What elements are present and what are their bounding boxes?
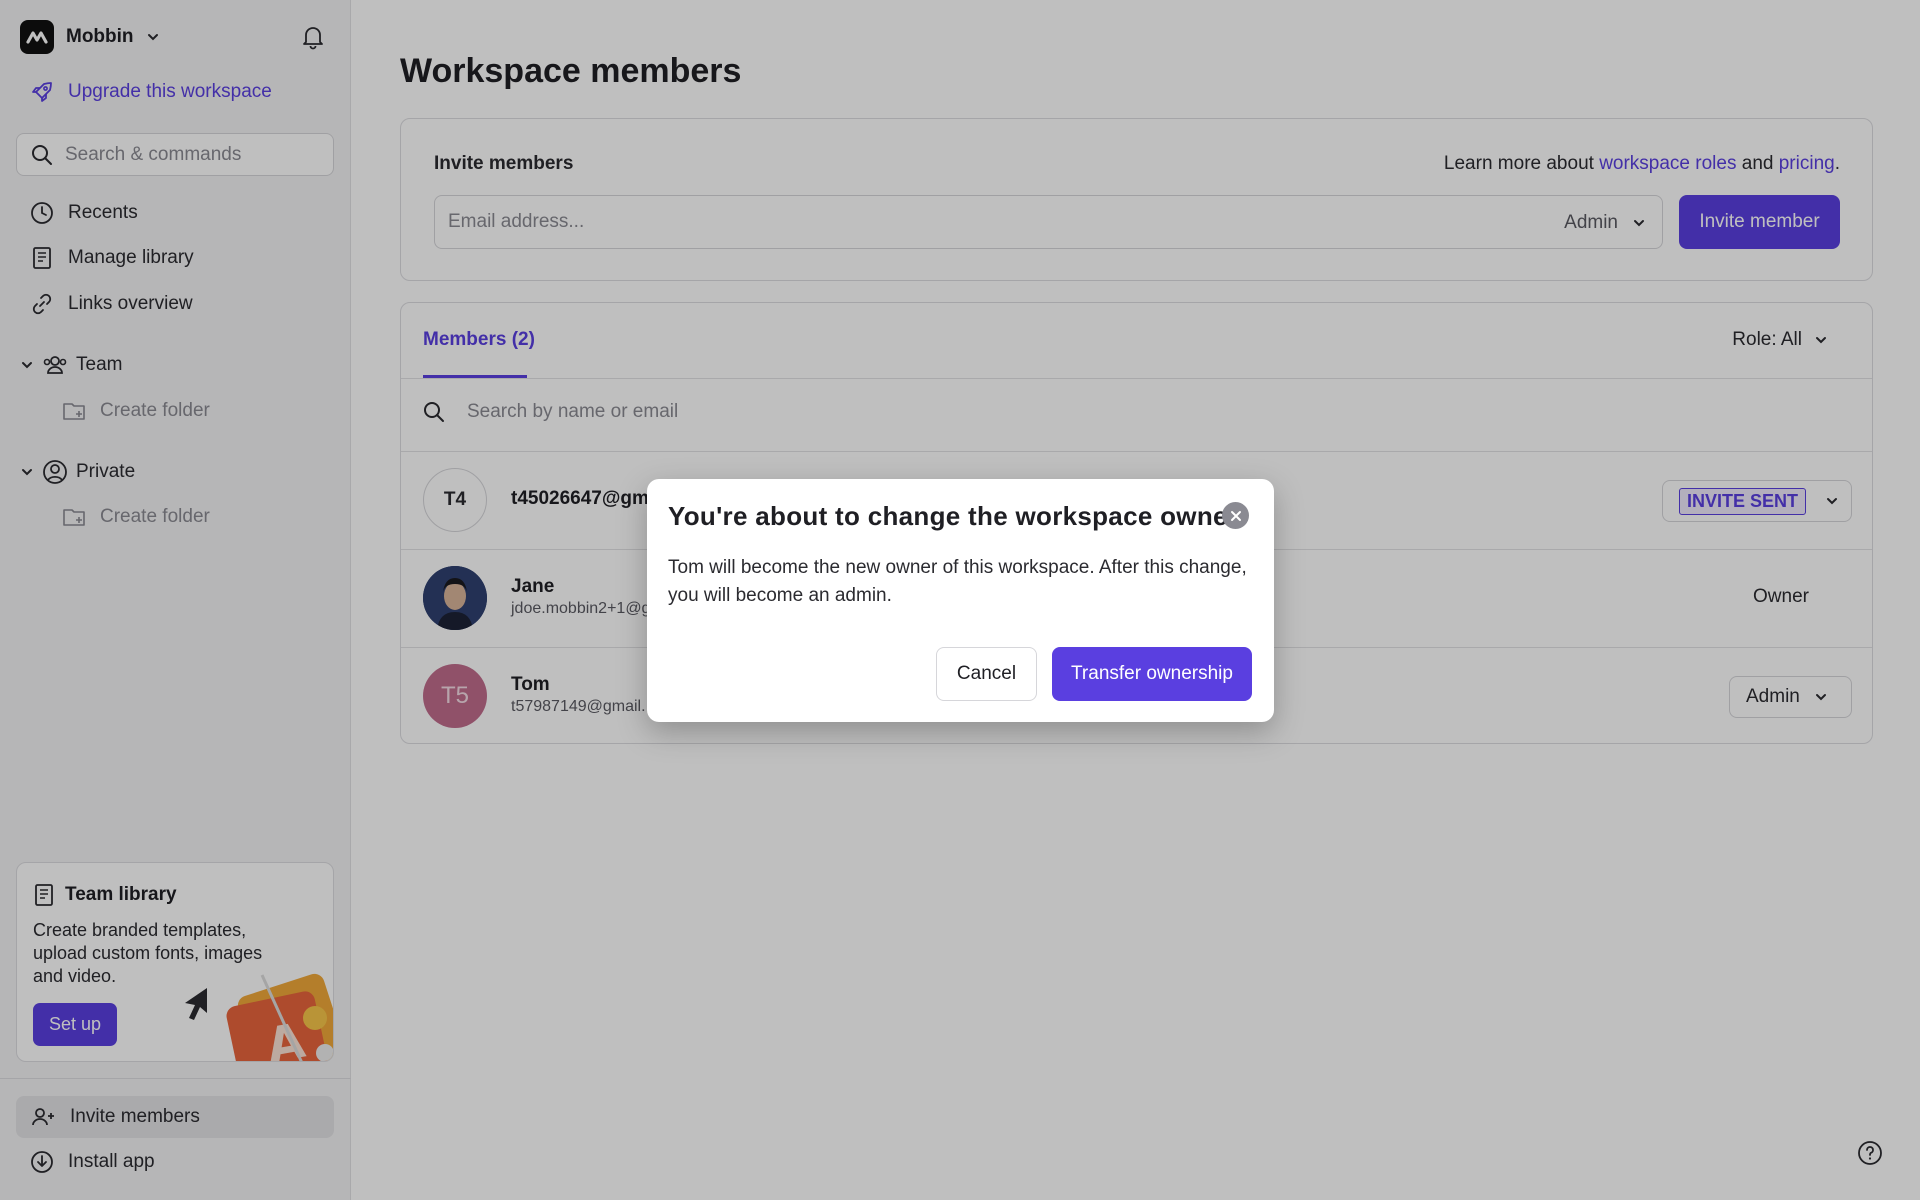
transfer-ownership-button[interactable]: Transfer ownership — [1052, 647, 1252, 701]
cancel-button[interactable]: Cancel — [936, 647, 1037, 701]
dialog-title: You're about to change the workspace own… — [668, 501, 1239, 531]
dialog-body: Tom will become the new owner of this wo… — [668, 557, 1247, 606]
close-icon[interactable] — [1222, 502, 1249, 529]
transfer-ownership-dialog: You're about to change the workspace own… — [647, 479, 1274, 722]
